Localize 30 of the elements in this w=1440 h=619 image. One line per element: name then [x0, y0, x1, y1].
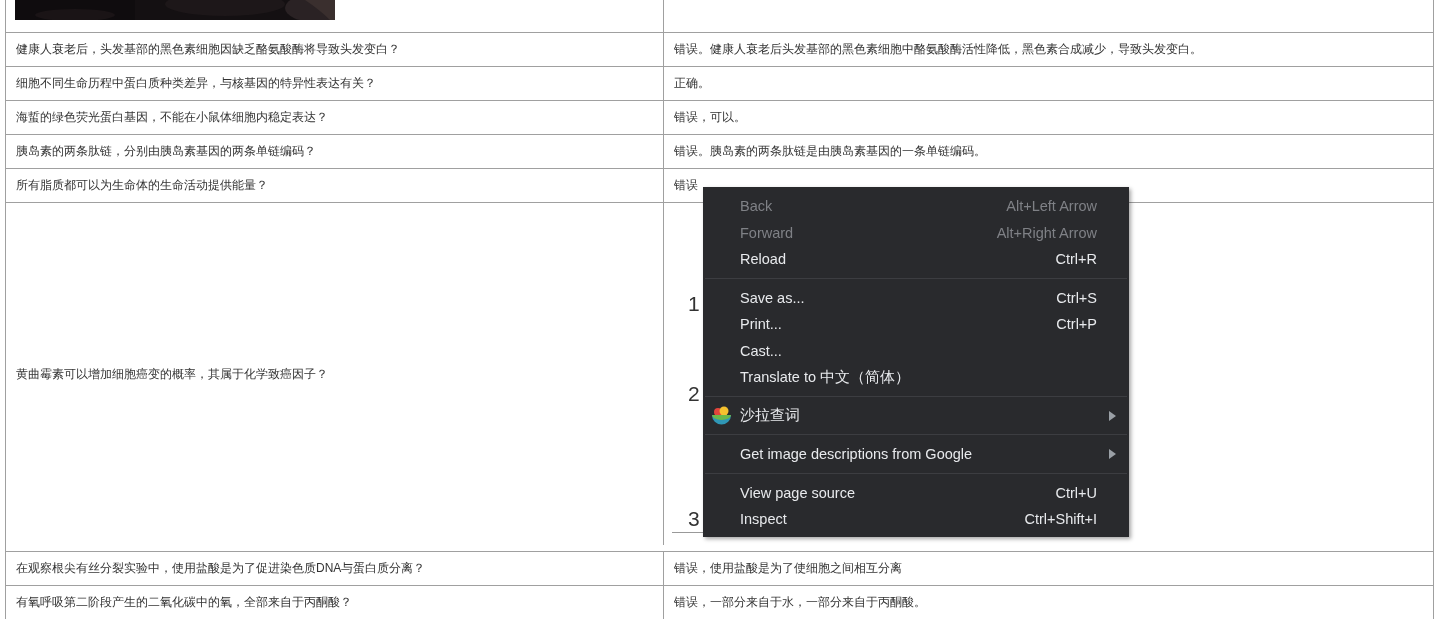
- menu-item[interactable]: Inspect Ctrl+Shift+I: [703, 506, 1129, 533]
- answer-cell: 错误: [674, 177, 698, 194]
- menu-item[interactable]: Reload Ctrl+R: [703, 246, 1129, 273]
- salad-bowl-icon: [711, 405, 732, 427]
- question-cell: 细胞不同生命历程中蛋白质种类差异，与核基因的特异性表达有关？: [16, 75, 376, 92]
- submenu-arrow-icon: [1109, 410, 1117, 421]
- menu-item[interactable]: Cast...: [703, 337, 1129, 364]
- question-cell: 有氧呼吸第二阶段产生的二氧化碳中的氧，全部来自于丙酮酸？: [16, 594, 352, 611]
- answer-cell: 错误。胰岛素的两条肽链是由胰岛素基因的一条单链编码。: [674, 143, 986, 160]
- document-text: 1: [688, 291, 700, 317]
- question-cell: 健康人衰老后，头发基部的黑色素细胞因缺乏酪氨酸酶将导致头发变白？: [16, 41, 400, 58]
- question-cell: 胰岛素的两条肽链，分别由胰岛素基因的两条单链编码？: [16, 143, 316, 160]
- menu-item[interactable]: 沙拉查词: [703, 402, 1129, 429]
- question-cell: 所有脂质都可以为生命体的生命活动提供能量？: [16, 177, 268, 194]
- answer-cell: 错误，一部分来自于水，一部分来自于丙酮酸。: [674, 594, 926, 611]
- menu-item[interactable]: Translate to 中文（简体）: [703, 364, 1129, 391]
- question-cell: 黄曲霉素可以增加细胞癌变的概率，其属于化学致癌因子？: [16, 365, 328, 383]
- question-cell: 海蜇的绿色荧光蛋白基因，不能在小鼠体细胞内稳定表达？: [16, 109, 328, 126]
- answer-cell: 正确。: [674, 75, 710, 92]
- answer-cell: 错误，使用盐酸是为了使细胞之间相互分离: [674, 560, 902, 577]
- document-text: 3: [688, 506, 700, 532]
- answer-cell: 错误，可以。: [674, 109, 746, 126]
- submenu-arrow-icon: [1109, 449, 1117, 460]
- answer-cell: 错误。健康人衰老后头发基部的黑色素细胞中酪氨酸酶活性降低，黑色素合成减少，导致头发变白。: [674, 41, 1202, 58]
- menu-item[interactable]: Print... Ctrl+P: [703, 311, 1129, 338]
- question-cell: 在观察根尖有丝分裂实验中，使用盐酸是为了促进染色质DNA与蛋白质分离？: [16, 560, 426, 577]
- document-text: 2: [688, 381, 700, 407]
- menu-item[interactable]: Get image descriptions from Google: [703, 441, 1129, 468]
- menu-item[interactable]: Save as... Ctrl+S: [703, 284, 1129, 311]
- menu-item[interactable]: View page source Ctrl+U: [703, 479, 1129, 506]
